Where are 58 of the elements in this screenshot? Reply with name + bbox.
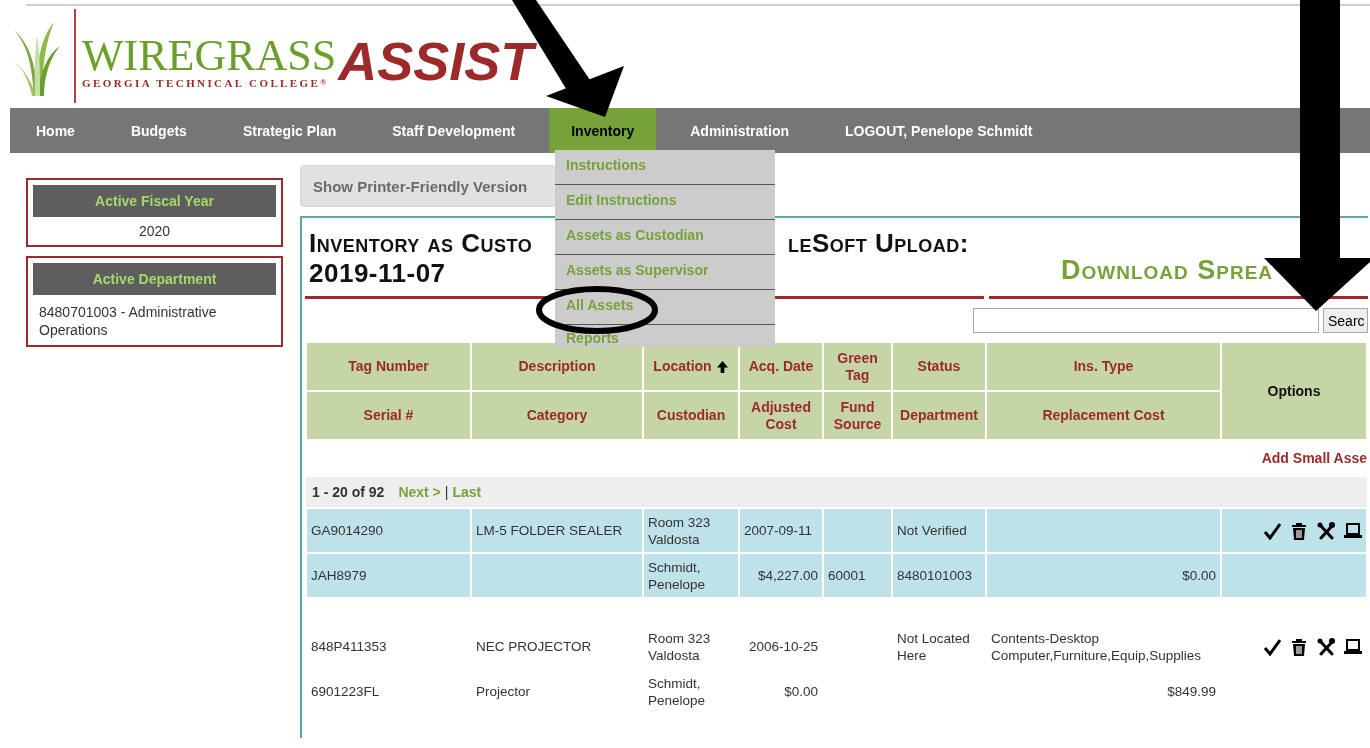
card-header: Active Department [33, 263, 276, 295]
laptop-icon[interactable] [1344, 521, 1362, 540]
page-range: 1 - 20 of 92 [312, 483, 385, 501]
check-icon[interactable] [1263, 637, 1281, 656]
column-header[interactable]: Adjusted Cost [739, 391, 823, 440]
table-cell: Not Verified [892, 508, 986, 553]
tools-icon[interactable] [1317, 521, 1335, 540]
table-cell: Room 323 Valdosta [643, 508, 739, 553]
column-header: Options [1221, 342, 1367, 440]
download-link[interactable]: Download Sprea [1061, 255, 1274, 286]
nav-item[interactable]: Home [14, 108, 97, 153]
trash-icon[interactable] [1290, 637, 1308, 656]
college-subtitle: GEORGIA TECHNICAL COLLEGE [82, 76, 321, 90]
nav-item[interactable]: Strategic Plan [220, 108, 359, 153]
nav-item[interactable]: Staff Development [370, 108, 538, 153]
next-link[interactable]: Next > [398, 483, 441, 501]
sort-up-icon[interactable] [715, 359, 729, 374]
column-header[interactable]: Acq. Date [739, 342, 823, 391]
card-value: 2020 [137, 222, 172, 239]
page-heading: Inventory as Custo [309, 228, 533, 258]
table-cell: 60001 [823, 553, 892, 598]
column-header[interactable]: Custodian [643, 391, 739, 440]
tools-icon[interactable] [1317, 637, 1335, 656]
check-icon[interactable] [1263, 521, 1281, 540]
column-header[interactable]: Tag Number [306, 342, 471, 391]
column-header[interactable]: Green Tag [823, 342, 892, 391]
add-small-asset-link[interactable]: Add Small Asse [1261, 450, 1367, 466]
table-cell: $0.00 [986, 553, 1221, 598]
search-button[interactable]: Searc [1323, 308, 1368, 333]
column-header[interactable]: Fund Source [823, 391, 892, 440]
column-header[interactable]: Department [892, 391, 986, 440]
table-cell: LM-5 FOLDER SEALER [471, 508, 643, 553]
column-header[interactable]: Status [892, 342, 986, 391]
trash-icon[interactable] [1290, 521, 1308, 540]
page-heading: leSoft Upload: [788, 228, 969, 258]
nav-item[interactable]: Administration [668, 108, 811, 153]
search-field[interactable] [973, 308, 1319, 333]
nav-item[interactable]: Budgets [108, 108, 209, 153]
nav-item[interactable]: LOGOUT, Penelope Schmidt [823, 108, 1055, 153]
table-cell: $4,227.00 [739, 553, 823, 598]
registered-mark: ® [320, 77, 327, 89]
table-cell: Schmidt, Penelope [643, 553, 739, 598]
table-cell: 2007-09-11 [739, 508, 823, 553]
table-cell: GA9014290 [306, 508, 471, 553]
column-header[interactable]: Serial # [306, 391, 471, 440]
link-separator: | [444, 483, 449, 501]
table-cell: 8480101003 [892, 553, 986, 598]
college-name: WIREGRASS [82, 36, 337, 76]
upload-date: 2019-11-07 [309, 258, 446, 288]
card-value: 8480701003 - Administrative Operations [38, 303, 218, 339]
printer-friendly-button[interactable]: Show Printer-Friendly Version [300, 165, 556, 207]
card-header: Active Fiscal Year [33, 185, 276, 217]
column-header[interactable]: Category [471, 391, 643, 440]
column-header[interactable]: Replacement Cost [986, 391, 1221, 440]
laptop-icon[interactable] [1344, 637, 1362, 656]
last-link[interactable]: Last [452, 483, 482, 501]
table-cell: JAH8979 [306, 553, 471, 598]
column-header[interactable]: Ins. Type [986, 342, 1221, 391]
